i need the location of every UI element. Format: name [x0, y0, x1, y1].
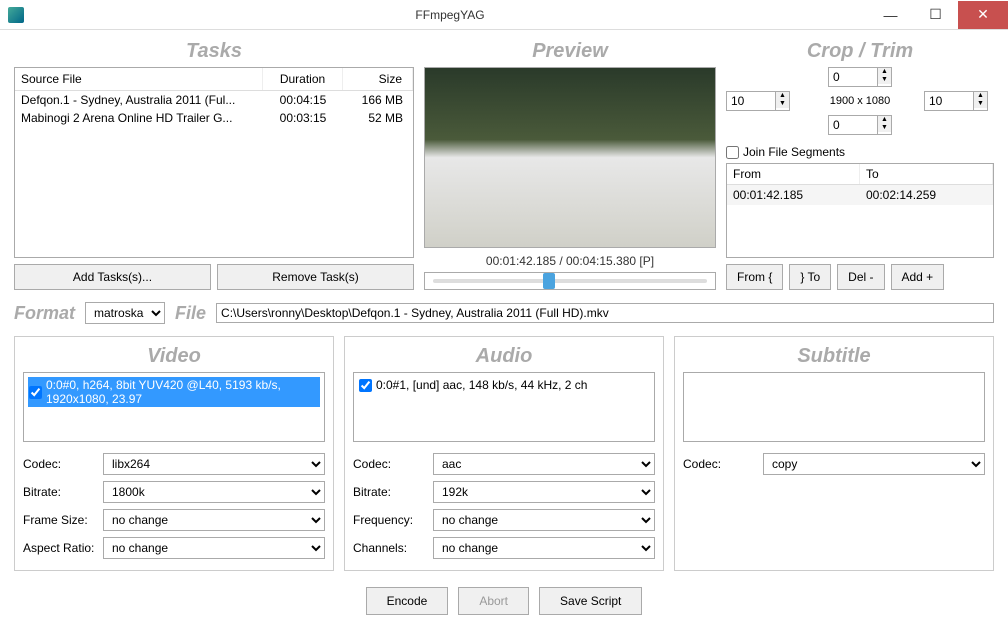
add-tasks-button[interactable]: Add Tasks(s)...	[14, 264, 211, 290]
crop-top-input[interactable]	[828, 67, 878, 87]
audio-channels-select[interactable]: no change	[433, 537, 655, 559]
preview-video[interactable]	[424, 67, 716, 248]
format-label: Format	[14, 303, 75, 324]
preview-heading: Preview	[424, 40, 716, 63]
file-path-input[interactable]	[216, 303, 994, 323]
to-button[interactable]: } To	[789, 264, 831, 290]
col-source[interactable]: Source File	[15, 68, 263, 90]
task-row[interactable]: Defqon.1 - Sydney, Australia 2011 (Ful..…	[15, 91, 413, 109]
spin-buttons[interactable]: ▲▼	[974, 91, 988, 111]
abort-button[interactable]: Abort	[458, 587, 529, 615]
audio-heading: Audio	[353, 345, 655, 368]
app-icon	[8, 7, 24, 23]
encode-button[interactable]: Encode	[366, 587, 449, 615]
minimize-button[interactable]: —	[868, 1, 913, 29]
col-to[interactable]: To	[860, 164, 993, 184]
format-select[interactable]: matroska	[85, 302, 165, 324]
crop-right-input[interactable]	[924, 91, 974, 111]
spin-buttons[interactable]: ▲▼	[878, 67, 892, 87]
add-segment-button[interactable]: Add +	[891, 264, 945, 290]
audio-stream-list[interactable]: 0:0#1, [und] aac, 148 kb/s, 44 kHz, 2 ch	[353, 372, 655, 442]
close-button[interactable]: ✕	[958, 1, 1008, 29]
col-duration[interactable]: Duration	[263, 68, 343, 90]
spin-buttons[interactable]: ▲▼	[878, 115, 892, 135]
preview-time: 00:01:42.185 / 00:04:15.380 [P]	[424, 254, 716, 268]
video-heading: Video	[23, 345, 325, 368]
video-aspect-select[interactable]: no change	[103, 537, 325, 559]
crop-left-input[interactable]	[726, 91, 776, 111]
video-bitrate-select[interactable]: 1800k	[103, 481, 325, 503]
audio-stream-item[interactable]: 0:0#1, [und] aac, 148 kb/s, 44 kHz, 2 ch	[358, 377, 650, 393]
video-stream-item[interactable]: 0:0#0, h264, 8bit YUV420 @L40, 5193 kb/s…	[28, 377, 320, 407]
save-script-button[interactable]: Save Script	[539, 587, 642, 615]
segments-table[interactable]: From To 00:01:42.185 00:02:14.259	[726, 163, 994, 258]
col-size[interactable]: Size	[343, 68, 413, 90]
audio-freq-select[interactable]: no change	[433, 509, 655, 531]
col-from[interactable]: From	[727, 164, 860, 184]
audio-stream-checkbox[interactable]	[359, 379, 372, 392]
audio-codec-select[interactable]: aac	[433, 453, 655, 475]
segment-row[interactable]: 00:01:42.185 00:02:14.259	[727, 185, 993, 205]
file-label: File	[175, 303, 206, 324]
spin-buttons[interactable]: ▲▼	[776, 91, 790, 111]
titlebar: FFmpegYAG — ☐ ✕	[0, 0, 1008, 30]
subtitle-heading: Subtitle	[683, 345, 985, 368]
slider-thumb[interactable]	[543, 273, 555, 289]
del-segment-button[interactable]: Del -	[837, 264, 884, 290]
crop-dimensions: 1900 x 1080	[800, 95, 920, 107]
subtitle-codec-select[interactable]: copy	[763, 453, 985, 475]
join-segments-label: Join File Segments	[743, 145, 845, 159]
maximize-button[interactable]: ☐	[913, 1, 958, 29]
crop-heading: Crop / Trim	[726, 40, 994, 63]
subtitle-stream-list[interactable]	[683, 372, 985, 442]
window-title: FFmpegYAG	[32, 8, 868, 22]
video-codec-select[interactable]: libx264	[103, 453, 325, 475]
from-button[interactable]: From {	[726, 264, 783, 290]
tasks-table[interactable]: Source File Duration Size Defqon.1 - Syd…	[14, 67, 414, 258]
task-row[interactable]: Mabinogi 2 Arena Online HD Trailer G... …	[15, 109, 413, 127]
video-stream-list[interactable]: 0:0#0, h264, 8bit YUV420 @L40, 5193 kb/s…	[23, 372, 325, 442]
crop-bottom-input[interactable]	[828, 115, 878, 135]
video-framesize-select[interactable]: no change	[103, 509, 325, 531]
seek-slider[interactable]	[424, 272, 716, 290]
video-stream-checkbox[interactable]	[29, 386, 42, 399]
join-segments-checkbox[interactable]	[726, 146, 739, 159]
tasks-heading: Tasks	[14, 40, 414, 63]
remove-tasks-button[interactable]: Remove Task(s)	[217, 264, 414, 290]
audio-bitrate-select[interactable]: 192k	[433, 481, 655, 503]
